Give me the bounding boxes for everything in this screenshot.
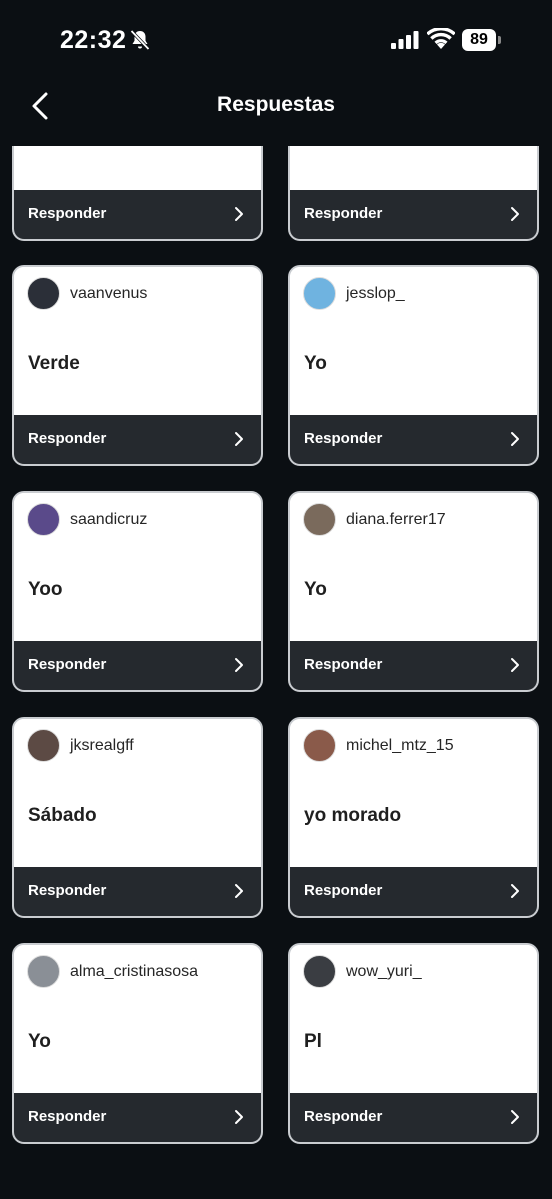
respond-label: Responder [28,430,107,447]
chevron-right-icon [235,884,243,898]
avatar[interactable] [303,277,336,310]
respond-label: Responder [304,1108,383,1125]
card-body: saandicruz Yoo [14,493,261,641]
respond-button[interactable]: Responder [14,867,261,916]
answer-text: Yoo [28,579,63,600]
response-card: jesslop_ Yo Responder [288,265,539,466]
response-card: michel_mtz_15 yo morado Responder [288,717,539,918]
response-card: saandicruz Yoo Responder [12,491,263,692]
response-card: alma_cristinasosa Yo Responder [12,943,263,1144]
respond-label: Responder [28,205,107,222]
username[interactable]: jesslop_ [346,285,405,303]
card-body [290,146,537,190]
card-body: alma_cristinasosa Yo [14,945,261,1093]
chevron-right-icon [235,432,243,446]
answer-text: Yo [304,579,327,600]
status-bar: 22:32 89 [0,0,552,80]
username[interactable]: michel_mtz_15 [346,737,454,755]
response-card: diana.ferrer17 Yo Responder [288,491,539,692]
response-card: Responder [12,146,263,241]
avatar[interactable] [27,955,60,988]
user-row[interactable]: saandicruz [27,503,147,536]
response-card: jksrealgff Sábado Responder [12,717,263,918]
username[interactable]: vaanvenus [70,285,147,303]
respond-button[interactable]: Responder [14,415,261,464]
respond-button[interactable]: Responder [14,190,261,239]
chevron-right-icon [235,658,243,672]
respond-label: Responder [28,882,107,899]
user-row[interactable]: diana.ferrer17 [303,503,446,536]
answer-text: Pl [304,1031,322,1052]
bell-slash-icon [130,29,150,51]
avatar[interactable] [303,503,336,536]
response-card: vaanvenus Verde Responder [12,265,263,466]
wifi-icon [427,28,455,49]
response-card: wow_yuri_ Pl Responder [288,943,539,1144]
username[interactable]: jksrealgff [70,737,134,755]
chevron-right-icon [511,1110,519,1124]
user-row[interactable]: jksrealgff [27,729,134,762]
avatar[interactable] [303,955,336,988]
user-row[interactable]: wow_yuri_ [303,955,422,988]
card-body: jksrealgff Sábado [14,719,261,867]
answer-text: Verde [28,353,80,374]
header: Respuestas [0,80,552,146]
respond-button[interactable]: Responder [14,1093,261,1142]
answer-text: Yo [28,1031,51,1052]
answer-text: Sábado [28,805,97,826]
responses-grid: Responder Responder vaanvenus Verde Resp… [12,146,540,1199]
avatar[interactable] [27,277,60,310]
username[interactable]: saandicruz [70,511,147,529]
username[interactable]: diana.ferrer17 [346,511,446,529]
chevron-right-icon [511,432,519,446]
battery-icon: 89 [462,29,496,51]
card-body [14,146,261,190]
battery-level: 89 [470,31,488,48]
avatar[interactable] [27,729,60,762]
card-body: diana.ferrer17 Yo [290,493,537,641]
respond-button[interactable]: Responder [290,641,537,690]
page-title: Respuestas [217,93,335,116]
user-row[interactable]: michel_mtz_15 [303,729,454,762]
user-row[interactable]: jesslop_ [303,277,405,310]
user-row[interactable]: vaanvenus [27,277,147,310]
respond-label: Responder [28,1108,107,1125]
battery-cap [498,36,501,44]
avatar[interactable] [303,729,336,762]
status-time: 22:32 [60,26,127,54]
chevron-right-icon [235,207,243,221]
respond-label: Responder [304,205,383,222]
answer-text: Yo [304,353,327,374]
card-body: jesslop_ Yo [290,267,537,415]
respond-button[interactable]: Responder [14,641,261,690]
respond-button[interactable]: Responder [290,867,537,916]
username[interactable]: alma_cristinasosa [70,963,198,981]
card-body: wow_yuri_ Pl [290,945,537,1093]
respond-label: Responder [304,882,383,899]
chevron-right-icon [511,884,519,898]
respond-button[interactable]: Responder [290,190,537,239]
respond-label: Responder [304,656,383,673]
answer-text: yo morado [304,805,402,826]
respond-button[interactable]: Responder [290,1093,537,1142]
card-body: michel_mtz_15 yo morado [290,719,537,867]
chevron-right-icon [511,658,519,672]
username[interactable]: wow_yuri_ [346,963,422,981]
response-card: Responder [288,146,539,241]
cellular-signal-icon [391,31,419,49]
avatar[interactable] [27,503,60,536]
respond-label: Responder [28,656,107,673]
chevron-right-icon [511,207,519,221]
respond-label: Responder [304,430,383,447]
chevron-right-icon [235,1110,243,1124]
card-body: vaanvenus Verde [14,267,261,415]
user-row[interactable]: alma_cristinasosa [27,955,198,988]
respond-button[interactable]: Responder [290,415,537,464]
